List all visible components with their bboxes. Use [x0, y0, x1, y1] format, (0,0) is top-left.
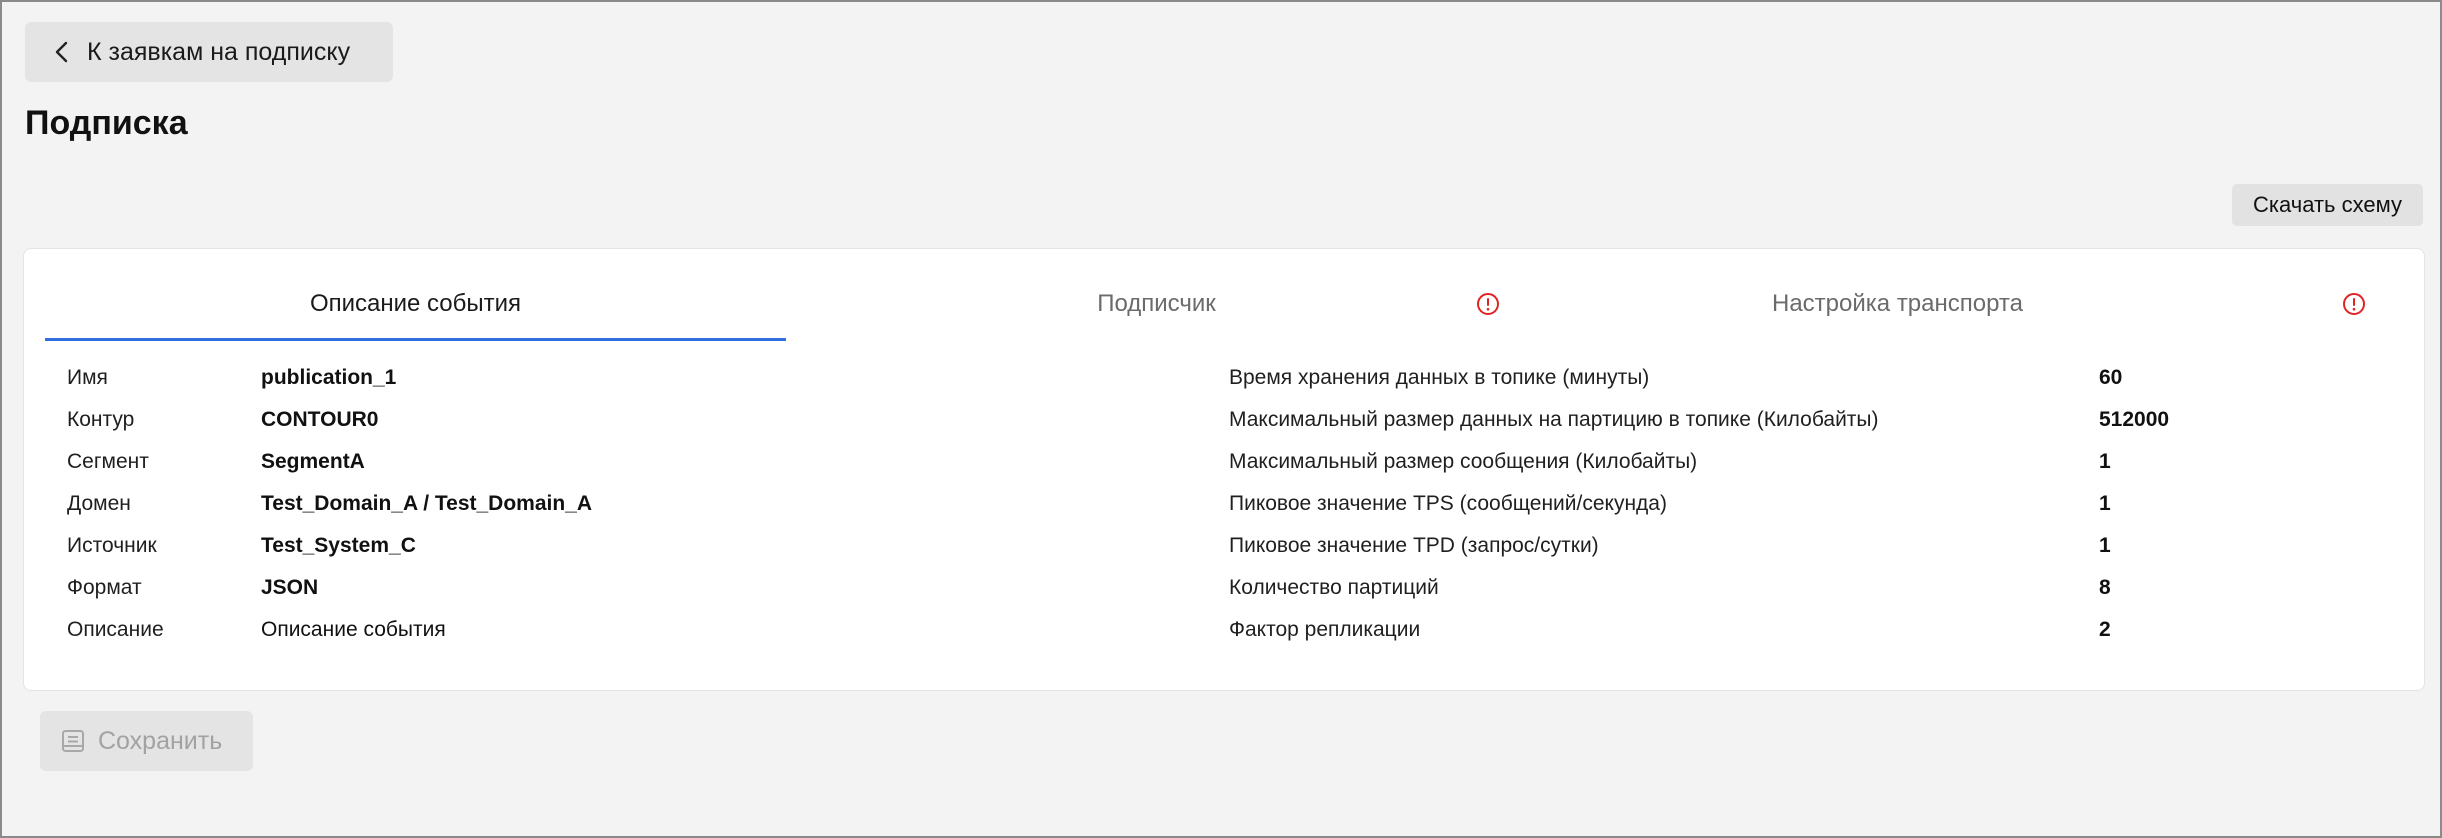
tab-transport-settings[interactable]: Настройка транспорта [1527, 271, 2268, 337]
tab-event-description[interactable]: Описание события [45, 271, 786, 337]
tab-subscriber[interactable]: Подписчик [786, 271, 1527, 337]
download-schema-button[interactable]: Скачать схему [2232, 184, 2423, 226]
save-button[interactable]: Сохранить [40, 711, 253, 771]
tab-label: Описание события [309, 290, 522, 317]
save-icon [60, 728, 86, 754]
chevron-left-icon [51, 39, 73, 65]
back-to-requests-button[interactable]: К заявкам на подписку [25, 22, 393, 82]
detail-label-name: Имя [67, 366, 108, 389]
detail-value-source: Test_System_C [261, 534, 416, 557]
detail-value-format: JSON [261, 576, 319, 599]
setting-label-peak-tpd: Пиковое значение TPD (запрос/сутки) [1229, 534, 1599, 557]
detail-value-name: publication_1 [261, 366, 397, 389]
detail-value-description: Описание события [261, 618, 446, 641]
page-title: Подписка [25, 104, 188, 142]
active-tab-indicator [45, 338, 786, 341]
alert-circle-icon [1476, 292, 1500, 316]
tab-label: Настройка транспорта [1772, 290, 2023, 317]
detail-label-domain: Домен [67, 492, 131, 515]
setting-value-max-partition-size: 512000 [2099, 408, 2170, 431]
setting-value-replication: 2 [2099, 618, 2111, 641]
setting-label-peak-tps: Пиковое значение TPS (сообщений/секунда) [1229, 492, 1667, 515]
setting-value-partitions: 8 [2099, 576, 2111, 599]
detail-value-contour: CONTOUR0 [261, 408, 379, 431]
setting-label-replication: Фактор репликации [1229, 618, 1421, 641]
alert-circle-icon [2342, 292, 2366, 316]
setting-value-peak-tpd: 1 [2099, 534, 2111, 557]
detail-label-segment: Сегмент [67, 450, 149, 473]
setting-label-partitions: Количество партиций [1229, 576, 1439, 599]
detail-label-format: Формат [67, 576, 142, 599]
detail-value-domain: Test_Domain_A / Test_Domain_A [261, 492, 593, 515]
tab-label: Подписчик [1097, 290, 1216, 317]
back-button-label: К заявкам на подписку [87, 37, 351, 66]
detail-label-source: Источник [67, 534, 157, 557]
detail-label-description: Описание [67, 618, 164, 641]
setting-label-max-partition-size: Максимальный размер данных на партицию в… [1229, 408, 1879, 431]
detail-value-segment: SegmentA [261, 450, 365, 473]
setting-label-max-message-size: Максимальный размер сообщения (Килобайты… [1229, 450, 1698, 473]
detail-label-contour: Контур [67, 408, 135, 431]
setting-value-retention: 60 [2099, 366, 2123, 389]
setting-label-retention: Время хранения данных в топике (минуты) [1229, 366, 1650, 389]
subscription-card: Описание события Подписчик Настройка тра… [23, 248, 2425, 691]
save-button-label: Сохранить [98, 726, 223, 755]
setting-value-peak-tps: 1 [2099, 492, 2111, 515]
setting-value-max-message-size: 1 [2099, 450, 2111, 473]
